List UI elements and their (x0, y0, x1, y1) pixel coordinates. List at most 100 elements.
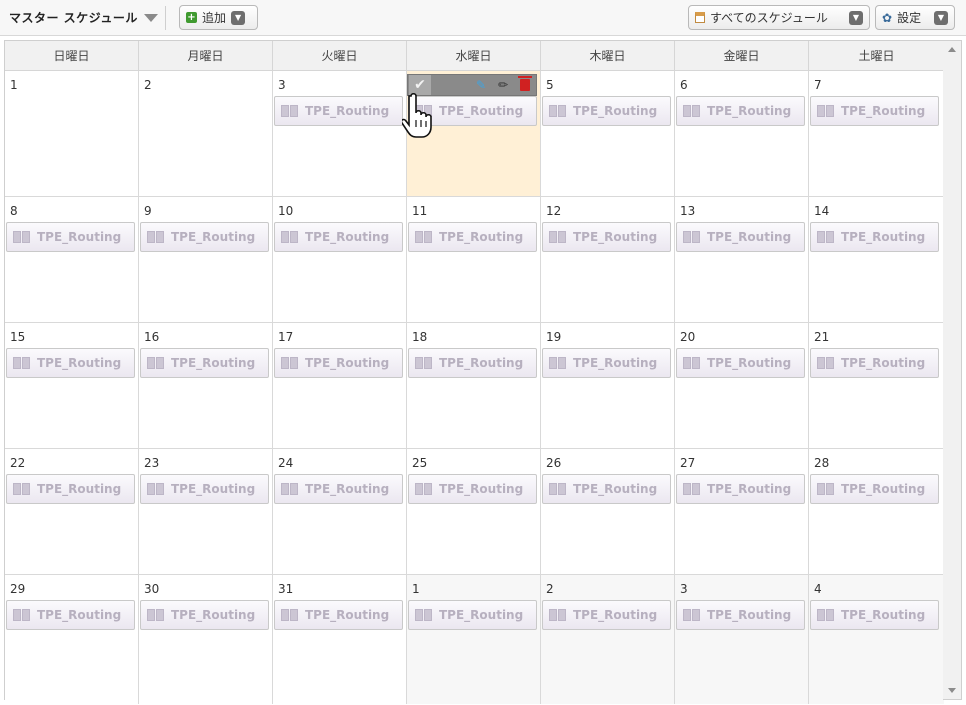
day-cell[interactable]: 5 TPE_Routing (541, 71, 675, 197)
schedule-event[interactable]: TPE_Routing (676, 222, 805, 252)
day-cell[interactable]: 25 TPE_Routing (407, 449, 541, 575)
day-cell[interactable]: 13 TPE_Routing (675, 197, 809, 323)
chevron-down-icon[interactable]: ▼ (849, 10, 863, 25)
pencil-icon[interactable]: ✏ (498, 78, 508, 92)
pin-icon[interactable]: ✎ (476, 78, 486, 92)
schedule-event[interactable]: TPE_Routing (408, 474, 537, 504)
day-cell[interactable]: 3 TPE_Routing (273, 71, 407, 197)
schedule-event[interactable]: TPE_Routing (542, 222, 671, 252)
day-cell[interactable]: 12 TPE_Routing (541, 197, 675, 323)
schedule-event[interactable]: TPE_Routing (676, 348, 805, 378)
schedule-event[interactable]: TPE_Routing (6, 600, 135, 630)
chevron-down-icon[interactable]: ▼ (934, 10, 948, 25)
event-label: TPE_Routing (171, 608, 256, 622)
day-number: 23 (144, 456, 160, 470)
event-label: TPE_Routing (707, 104, 792, 118)
day-number: 2 (546, 582, 554, 596)
scroll-down-arrow-icon[interactable] (948, 688, 956, 693)
task-icon (817, 357, 835, 369)
schedule-event[interactable]: TPE_Routing (6, 474, 135, 504)
day-cell[interactable]: 2 TPE_Routing (541, 575, 675, 704)
day-cell[interactable]: 9 TPE_Routing (139, 197, 273, 323)
schedule-event[interactable]: TPE_Routing (6, 222, 135, 252)
schedule-event[interactable]: TPE_Routing (542, 474, 671, 504)
day-cell[interactable]: 6 TPE_Routing (675, 71, 809, 197)
task-icon (683, 231, 701, 243)
schedule-event[interactable]: TPE_Routing (140, 474, 269, 504)
schedule-event[interactable]: TPE_Routing (140, 222, 269, 252)
schedule-event[interactable]: TPE_Routing (274, 474, 403, 504)
day-cell[interactable]: 8 TPE_Routing (5, 197, 139, 323)
schedule-event[interactable]: TPE_Routing (810, 348, 939, 378)
day-number: 25 (412, 456, 428, 470)
schedule-event[interactable]: TPE_Routing (676, 474, 805, 504)
schedule-event[interactable]: TPE_Routing (408, 348, 537, 378)
event-label: TPE_Routing (305, 104, 390, 118)
add-button[interactable]: + 追加 ▼ (179, 5, 258, 30)
day-cell[interactable]: 7 TPE_Routing (809, 71, 944, 197)
schedule-event[interactable]: TPE_Routing (542, 348, 671, 378)
day-cell[interactable]: 1 (5, 71, 139, 197)
event-label: TPE_Routing (573, 482, 658, 496)
schedule-event[interactable]: TPE_Routing (676, 96, 805, 126)
schedule-event[interactable]: TPE_Routing (810, 222, 939, 252)
day-cell[interactable]: 19 TPE_Routing (541, 323, 675, 449)
day-cell[interactable]: 31 TPE_Routing (273, 575, 407, 704)
day-cell[interactable]: 29 TPE_Routing (5, 575, 139, 704)
day-cell[interactable]: 27 TPE_Routing (675, 449, 809, 575)
day-cell[interactable]: 17 TPE_Routing (273, 323, 407, 449)
day-cell[interactable]: 15 TPE_Routing (5, 323, 139, 449)
day-cell[interactable]: 11 TPE_Routing (407, 197, 541, 323)
day-cell[interactable]: 1 TPE_Routing (407, 575, 541, 704)
day-cell[interactable]: 24 TPE_Routing (273, 449, 407, 575)
day-cell[interactable]: 20 TPE_Routing (675, 323, 809, 449)
day-cell[interactable]: 18 TPE_Routing (407, 323, 541, 449)
schedule-event[interactable]: TPE_Routing (810, 96, 939, 126)
event-label: TPE_Routing (573, 104, 658, 118)
schedule-event[interactable]: TPE_Routing (274, 600, 403, 630)
day-number: 19 (546, 330, 562, 344)
schedule-event[interactable]: TPE_Routing (274, 348, 403, 378)
schedule-event[interactable]: TPE_Routing (810, 474, 939, 504)
weekday-label: 木曜日 (541, 41, 675, 71)
schedule-event[interactable]: TPE_Routing (810, 600, 939, 630)
schedule-selector[interactable]: マスター スケジュール (9, 9, 158, 26)
day-cell[interactable]: 4 TPE_Routing (809, 575, 944, 704)
settings-button[interactable]: ✿ 設定 ▼ (875, 5, 955, 30)
event-label: TPE_Routing (573, 356, 658, 370)
schedule-event[interactable]: TPE_Routing (408, 600, 537, 630)
day-cell[interactable]: 10 TPE_Routing (273, 197, 407, 323)
schedule-event[interactable]: TPE_Routing (274, 96, 403, 126)
day-number: 5 (546, 78, 554, 92)
schedule-filter-button[interactable]: すべてのスケジュール ▼ (688, 5, 870, 30)
day-cell[interactable]: 2 (139, 71, 273, 197)
day-number: 22 (10, 456, 26, 470)
schedule-event[interactable]: TPE_Routing (676, 600, 805, 630)
schedule-event[interactable]: TPE_Routing (408, 222, 537, 252)
day-cell[interactable]: 3 TPE_Routing (675, 575, 809, 704)
task-icon (415, 231, 433, 243)
schedule-event[interactable]: TPE_Routing (6, 348, 135, 378)
vertical-scrollbar[interactable] (943, 40, 962, 700)
day-cell[interactable]: 22 TPE_Routing (5, 449, 139, 575)
day-cell[interactable]: 26 TPE_Routing (541, 449, 675, 575)
day-number: 27 (680, 456, 696, 470)
trash-icon[interactable] (518, 76, 532, 91)
schedule-event[interactable]: TPE_Routing (140, 600, 269, 630)
day-number: 31 (278, 582, 294, 596)
day-cell[interactable]: 16 TPE_Routing (139, 323, 273, 449)
schedule-event[interactable]: TPE_Routing (140, 348, 269, 378)
schedule-event[interactable]: TPE_Routing (274, 222, 403, 252)
day-cell[interactable]: 21 TPE_Routing (809, 323, 944, 449)
chevron-down-icon[interactable]: ▼ (231, 10, 246, 25)
scroll-up-arrow-icon[interactable] (948, 47, 956, 52)
event-label: TPE_Routing (37, 356, 122, 370)
schedule-event[interactable]: TPE_Routing (542, 96, 671, 126)
day-cell[interactable]: 30 TPE_Routing (139, 575, 273, 704)
day-cell[interactable]: 23 TPE_Routing (139, 449, 273, 575)
event-label: TPE_Routing (841, 104, 926, 118)
day-cell[interactable]: 28 TPE_Routing (809, 449, 944, 575)
day-number: 2 (144, 78, 152, 92)
schedule-event[interactable]: TPE_Routing (542, 600, 671, 630)
day-cell[interactable]: 14 TPE_Routing (809, 197, 944, 323)
